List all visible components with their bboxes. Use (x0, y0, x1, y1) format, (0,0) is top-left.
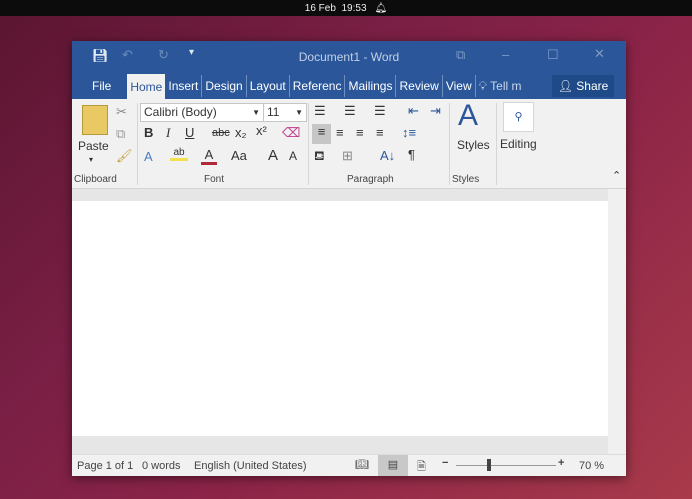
shrink-font-button[interactable]: A (289, 149, 297, 163)
font-name-select[interactable]: Calibri (Body) ▼ (140, 103, 264, 122)
search-icon[interactable]: ⚲ (503, 102, 534, 132)
window-title: Document1 - Word (298, 50, 400, 64)
shading-icon[interactable]: ⛾ (314, 148, 325, 166)
align-right-icon[interactable]: ≡ (356, 125, 364, 140)
tab-layout[interactable]: Layout (247, 75, 290, 97)
italic-button[interactable]: I (166, 125, 170, 141)
document-area (72, 189, 608, 454)
text-effects-icon[interactable]: A (144, 149, 153, 164)
borders-icon[interactable]: ⊞ (342, 148, 353, 164)
show-formatting-button[interactable]: ¶ (408, 147, 415, 162)
format-painter-icon[interactable]: 🖌︎ (116, 148, 133, 164)
vertical-scrollbar[interactable] (608, 189, 626, 454)
web-layout-icon[interactable]: 🗎 (417, 458, 426, 477)
font-color-icon[interactable]: A (201, 147, 217, 165)
system-top-bar: 16 Feb 19:53 🔔︎ (0, 0, 692, 16)
status-bar: Page 1 of 1 0 words English (United Stat… (72, 454, 626, 476)
tab-mailings[interactable]: Mailings (345, 75, 397, 97)
underline-button[interactable]: U (185, 125, 194, 140)
tab-references[interactable]: Referenc (290, 75, 346, 97)
sort-icon[interactable]: A↓ (380, 148, 395, 163)
bullets-icon[interactable]: ☰ (314, 103, 326, 119)
divider (449, 103, 450, 185)
title-bar: 💾︎ ↶ ↻ ▾ Document1 - Word ⧉ – ☐ ✕ (72, 41, 626, 72)
decrease-indent-icon[interactable]: ⇤ (408, 103, 419, 119)
collapse-ribbon-icon[interactable]: ⌃ (612, 169, 621, 182)
align-center-icon[interactable]: ≡ (336, 125, 344, 140)
zoom-in-button[interactable]: + (558, 457, 564, 469)
share-label: Share (576, 79, 609, 93)
group-label-clipboard: Clipboard (74, 174, 117, 185)
tab-review[interactable]: Review (396, 75, 443, 97)
line-spacing-icon[interactable]: ↕≡ (402, 125, 416, 140)
paste-icon (82, 105, 108, 135)
tell-me-box[interactable]: 💡︎ Tell m (476, 75, 525, 97)
page-count[interactable]: Page 1 of 1 (77, 460, 133, 472)
tab-insert[interactable]: Insert (165, 75, 203, 97)
lightbulb-icon: 💡︎ (478, 79, 488, 93)
cut-icon[interactable]: ✂ (116, 104, 127, 120)
paste-button[interactable]: Paste (78, 139, 109, 153)
align-left-icon[interactable]: ≡ (312, 124, 331, 144)
time: 19:53 (341, 2, 367, 14)
group-label-paragraph: Paragraph (347, 174, 394, 185)
zoom-out-button[interactable]: − (442, 457, 448, 469)
word-count[interactable]: 0 words (142, 460, 181, 472)
tab-design[interactable]: Design (202, 75, 247, 97)
read-mode-icon[interactable]: 📖︎ (355, 458, 369, 471)
group-label-styles: Styles (452, 174, 480, 185)
word-window: 💾︎ ↶ ↻ ▾ Document1 - Word ⧉ – ☐ ✕ File H… (72, 41, 626, 476)
bell-icon[interactable]: 🔔︎ (375, 3, 388, 14)
language[interactable]: English (United States) (194, 460, 307, 472)
ribbon-home: Paste ▾ ✂ ⧉ 🖌︎ Clipboard Calibri (Body) ▼… (72, 99, 626, 189)
group-label-font: Font (204, 174, 225, 185)
font-size-select[interactable]: 11 ▼ (263, 103, 307, 122)
tab-view[interactable]: View (443, 75, 476, 97)
chevron-down-icon: ▼ (252, 108, 260, 117)
font-size-value: 11 (267, 105, 280, 119)
copy-icon[interactable]: ⧉ (116, 126, 125, 142)
ribbon-tabs: File Home Insert Design Layout Referenc … (72, 72, 626, 99)
document-page[interactable] (72, 201, 608, 436)
divider (137, 103, 138, 185)
divider (308, 103, 309, 185)
divider (496, 103, 497, 185)
print-layout-icon[interactable]: ▤ (378, 455, 408, 476)
subscript-button[interactable]: x₂ (235, 125, 247, 140)
paste-dropdown-icon[interactable]: ▾ (89, 155, 93, 164)
styles-icon: A (458, 99, 479, 132)
editing-button[interactable]: Editing (500, 137, 537, 151)
zoom-level[interactable]: 70 % (579, 460, 604, 472)
clock[interactable]: 16 Feb 19:53 (305, 3, 367, 14)
styles-button[interactable]: Styles (457, 138, 490, 152)
justify-icon[interactable]: ≡ (376, 125, 384, 140)
close-icon[interactable]: ✕ (594, 46, 605, 62)
share-button[interactable]: 👤︎ Share (552, 75, 614, 97)
tab-file[interactable]: File (72, 75, 123, 97)
change-case-button[interactable]: Aa (231, 148, 247, 163)
numbering-icon[interactable]: ☰ (344, 103, 356, 119)
font-name-value: Calibri (Body) (144, 105, 217, 119)
minimize-icon[interactable]: – (502, 47, 509, 62)
maximize-icon[interactable]: ☐ (547, 47, 559, 63)
increase-indent-icon[interactable]: ⇥ (430, 103, 441, 119)
zoom-slider[interactable] (456, 465, 556, 466)
tab-home[interactable]: Home (127, 74, 166, 99)
tell-me-label: Tell m (490, 79, 522, 93)
chevron-down-icon: ▼ (295, 108, 303, 117)
ribbon-display-icon[interactable]: ⧉ (456, 47, 465, 63)
clear-formatting-icon[interactable]: ⌫ (282, 125, 300, 141)
superscript-button[interactable]: x² (256, 123, 267, 138)
person-add-icon: 👤︎ (557, 79, 573, 93)
bold-button[interactable]: B (144, 125, 153, 140)
multilevel-list-icon[interactable]: ☰ (374, 103, 386, 119)
highlight-icon[interactable]: ab (170, 147, 188, 161)
grow-font-button[interactable]: A (268, 147, 278, 164)
date: 16 Feb (304, 2, 336, 14)
strikethrough-button[interactable]: abc (212, 127, 230, 139)
zoom-slider-thumb[interactable] (487, 459, 492, 471)
